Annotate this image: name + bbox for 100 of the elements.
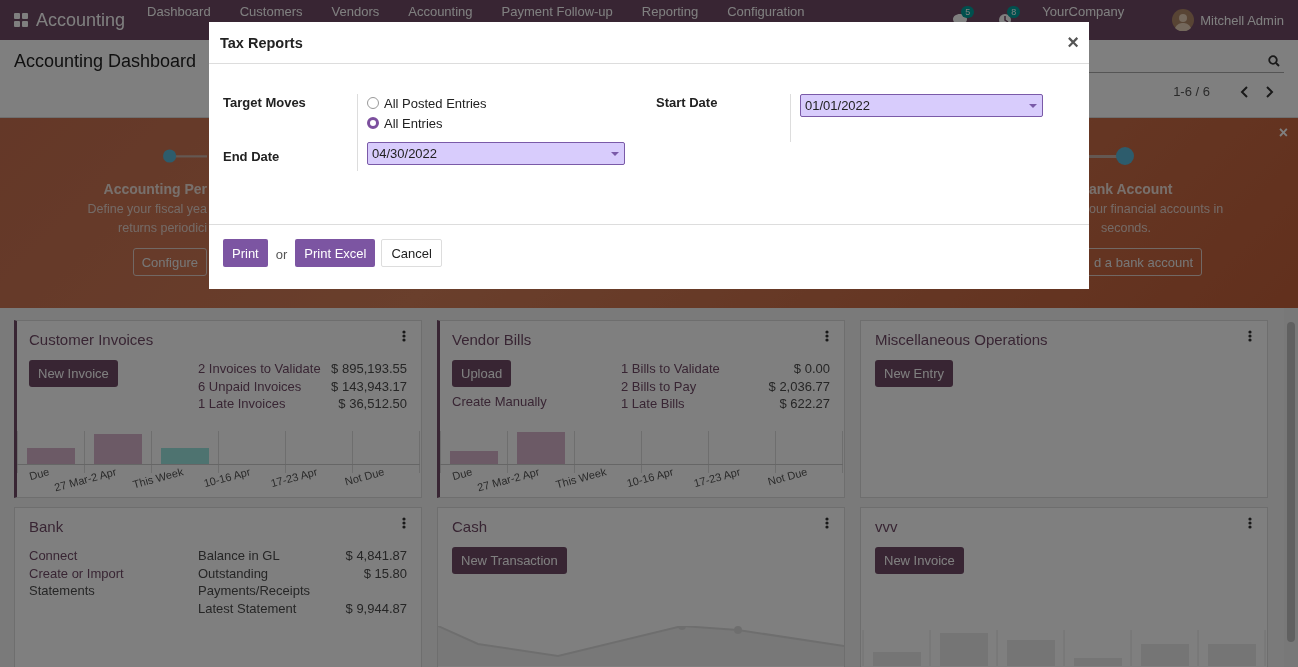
stat-link[interactable]: 1 Bills to Validate	[621, 360, 761, 378]
axis-label: 27 Mar-2 Apr	[53, 465, 118, 494]
axis-label: This Week	[554, 465, 608, 491]
kebab-menu-icon[interactable]	[1248, 330, 1252, 342]
chevron-right-icon[interactable]	[1264, 85, 1274, 98]
radio-label[interactable]: All Posted Entries	[384, 95, 487, 111]
card-link[interactable]: Create Manually	[452, 393, 547, 411]
apps-menu-icon[interactable]	[14, 13, 28, 27]
axis-label: 17-23 Apr	[269, 465, 319, 490]
chevron-left-icon[interactable]	[1240, 85, 1250, 98]
chart-bar	[94, 434, 142, 464]
primary-button[interactable]: New Invoice	[29, 360, 118, 387]
card-title[interactable]: Miscellaneous Operations	[875, 330, 1048, 348]
card-link[interactable]: Create or Import	[29, 564, 124, 582]
stat-amount: $ 2,036.77	[768, 377, 830, 395]
date-field[interactable]: 04/30/2022	[367, 142, 625, 165]
cancel-button[interactable]: Cancel	[381, 239, 442, 267]
stat-label: Outstanding Payments/Receipts	[198, 564, 311, 600]
radio-button[interactable]	[367, 117, 379, 129]
company-switcher[interactable]: YourCompany	[1042, 4, 1125, 19]
step-description: Define your fiscal yea	[87, 202, 207, 216]
menu-item[interactable]: Dashboard	[147, 4, 224, 19]
menu-item[interactable]: Customers	[239, 4, 316, 19]
caret-icon	[1029, 103, 1037, 108]
axis-label: This Week	[131, 465, 185, 491]
step-title: Accounting Per	[103, 181, 207, 197]
close-button[interactable]: ×	[1278, 124, 1288, 142]
primary-button[interactable]: Upload	[452, 360, 512, 387]
kebab-menu-icon[interactable]	[402, 517, 406, 529]
kebab-menu-icon[interactable]	[1248, 517, 1252, 529]
chart-bar	[517, 432, 565, 464]
page-title: Accounting Dashboard	[14, 51, 197, 72]
menu-item[interactable]: Vendors	[331, 4, 393, 19]
app-title[interactable]: Accounting	[36, 9, 126, 31]
menu-item[interactable]: Accounting	[408, 4, 486, 19]
stat-link[interactable]: 6 Unpaid Invoices	[198, 377, 324, 395]
radio-label[interactable]: All Entries	[384, 115, 443, 131]
search-icon[interactable]	[1268, 55, 1280, 67]
primary-button[interactable]: New Invoice	[875, 547, 964, 574]
axis-label: Not Due	[766, 465, 809, 488]
stat-amount: $ 4,841.87	[345, 547, 407, 565]
close-button[interactable]: ×	[1067, 31, 1079, 54]
stat-label: Latest Statement	[198, 599, 298, 617]
avatar-icon[interactable]	[1172, 9, 1195, 31]
kebab-menu-icon[interactable]	[825, 517, 829, 529]
field-label: End Date	[223, 147, 281, 166]
count-badge: 5	[961, 6, 975, 18]
card-title[interactable]: Bank	[29, 517, 64, 535]
primary-button[interactable]: Print Excel	[295, 239, 376, 267]
dialog-title: Tax Reports	[220, 34, 303, 51]
axis-label: 10-16 Apr	[625, 465, 675, 490]
stat-link[interactable]: 1 Late Invoices	[198, 395, 324, 413]
stat-amount: $ 143,943.17	[331, 377, 407, 395]
progress-step-icon	[163, 146, 207, 166]
axis-label: Not Due	[343, 465, 386, 488]
card-title[interactable]: Cash	[452, 517, 488, 535]
menu-item[interactable]: Payment Follow-up	[501, 4, 626, 19]
kebab-menu-icon[interactable]	[402, 330, 406, 342]
card-title[interactable]: vvv	[875, 517, 898, 535]
step-button[interactable]: Configure	[132, 248, 207, 276]
chart-bar	[27, 448, 75, 464]
stat-link[interactable]: 2 Invoices to Validate	[198, 360, 324, 378]
chart-bar	[161, 448, 209, 464]
stat-label: Balance in GL	[198, 547, 281, 565]
stat-amount: $ 15.80	[362, 564, 407, 583]
step-description: returns periodici	[118, 221, 207, 235]
step-description: our financial accounts in	[1089, 202, 1224, 216]
count-badge: 8	[1007, 6, 1021, 18]
primary-button[interactable]: New Transaction	[452, 547, 567, 574]
axis-label: 17-23 Apr	[692, 465, 742, 490]
menu-item[interactable]: Configuration	[727, 4, 818, 19]
field-label: Start Date	[656, 94, 719, 112]
card-text: Statements	[29, 582, 95, 600]
date-field[interactable]: 01/01/2022	[800, 94, 1043, 117]
kebab-menu-icon[interactable]	[825, 330, 829, 342]
axis-label: Due	[450, 465, 474, 483]
stat-link[interactable]: 2 Bills to Pay	[621, 377, 761, 395]
card-title[interactable]: Customer Invoices	[29, 330, 154, 348]
axis-label: 10-16 Apr	[202, 465, 252, 490]
stat-amount: $ 36,512.50	[337, 395, 407, 413]
card-title[interactable]: Vendor Bills	[452, 330, 532, 348]
step-description: seconds.	[1101, 221, 1152, 235]
stat-amount: $ 895,193.55	[331, 360, 407, 378]
stat-amount: $ 9,944.87	[345, 599, 407, 617]
card-link[interactable]: Connect	[29, 547, 78, 565]
pager-value: 1-6 / 6	[1173, 84, 1210, 99]
primary-button[interactable]: Print	[223, 239, 268, 267]
stat-amount: $ 622.27	[778, 395, 830, 413]
chart-bar	[450, 451, 498, 464]
stat-amount: $ 0.00	[792, 360, 830, 378]
step-title: ank Account	[1089, 181, 1173, 197]
field-label: Target Moves	[223, 94, 307, 112]
axis-label: Due	[27, 465, 51, 483]
menu-item[interactable]: Reporting	[641, 4, 712, 19]
user-menu[interactable]: Mitchell Admin	[1200, 12, 1284, 28]
separator-text: or	[275, 246, 288, 262]
axis-label: 27 Mar-2 Apr	[476, 465, 541, 494]
primary-button[interactable]: New Entry	[875, 360, 953, 387]
caret-icon	[611, 151, 619, 156]
stat-link[interactable]: 1 Late Bills	[621, 395, 761, 413]
